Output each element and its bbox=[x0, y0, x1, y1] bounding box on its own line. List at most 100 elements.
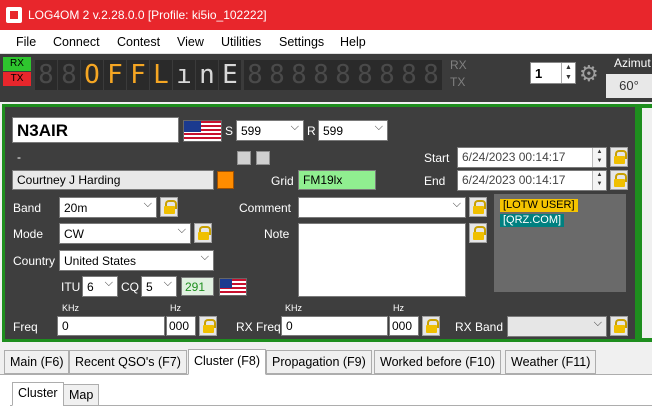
note-textarea[interactable] bbox=[298, 223, 466, 297]
display-digit: 8 bbox=[310, 60, 332, 90]
itu-select[interactable]: 6 bbox=[82, 276, 118, 297]
display-digit: 8 bbox=[58, 60, 80, 90]
start-datetime-value: 6/24/2023 00:14:17 bbox=[462, 150, 566, 164]
title-bar: LOG4OM 2 v.2.28.0.0 [Profile: ki5io_1022… bbox=[0, 0, 652, 30]
spinner-arrows-icon[interactable]: ▲ ▼ bbox=[592, 171, 606, 190]
end-label: End bbox=[424, 174, 446, 188]
end-datetime-value: 6/24/2023 00:14:17 bbox=[462, 173, 566, 187]
lock-icon[interactable] bbox=[469, 197, 487, 217]
khz-label: KHz bbox=[62, 303, 80, 313]
azimuth-label: Azimut bbox=[614, 56, 651, 70]
note-label: Note bbox=[264, 227, 290, 241]
tab-recent-qsos[interactable]: Recent QSO's (F7) bbox=[69, 350, 187, 374]
display-digit: 8 bbox=[376, 60, 398, 90]
display-digit: 8 bbox=[35, 60, 57, 90]
menu-view[interactable]: View bbox=[177, 35, 204, 49]
usa-flag-icon bbox=[183, 120, 222, 142]
rx-freq-hz-input[interactable]: 000 bbox=[389, 316, 419, 336]
panel-side-edge bbox=[638, 104, 652, 342]
lock-icon[interactable] bbox=[160, 197, 178, 217]
lock-icon[interactable] bbox=[422, 316, 440, 336]
toggle-square[interactable] bbox=[237, 151, 251, 165]
subtab-cluster[interactable]: Cluster bbox=[12, 382, 64, 406]
tab-main[interactable]: Main (F6) bbox=[4, 350, 70, 374]
itu-label: ITU bbox=[61, 280, 81, 294]
menu-utilities[interactable]: Utilities bbox=[221, 35, 261, 49]
cq-select[interactable]: 5 bbox=[141, 276, 177, 297]
usa-flag-icon bbox=[219, 278, 247, 296]
display-digit: 8 bbox=[398, 60, 420, 90]
lock-icon[interactable] bbox=[199, 316, 217, 336]
band-label: Band bbox=[13, 201, 42, 215]
menu-file[interactable]: File bbox=[16, 35, 36, 49]
end-datetime-input[interactable]: 6/24/2023 00:14:17 ▲ ▼ bbox=[457, 170, 607, 191]
app-icon bbox=[6, 7, 22, 23]
radio-display-bar: RX TX 8 8 O F F L ı n E 8 8 8 8 8 8 8 8 … bbox=[0, 54, 652, 102]
dxcc-number: 291 bbox=[181, 277, 214, 296]
mode-label: Mode bbox=[13, 227, 44, 241]
rx-label: RX bbox=[450, 58, 467, 72]
lock-icon[interactable] bbox=[610, 170, 628, 190]
rx-hz-label: Hz bbox=[393, 303, 404, 313]
display-digit: O bbox=[81, 60, 103, 90]
band-select[interactable]: 20m bbox=[59, 197, 157, 218]
comment-input[interactable] bbox=[298, 197, 466, 218]
spinner-arrows-icon[interactable]: ▲ ▼ bbox=[592, 148, 606, 167]
freq-hz-input[interactable]: 000 bbox=[166, 316, 196, 336]
grid-input[interactable]: FM19lx bbox=[298, 170, 376, 190]
window-title: LOG4OM 2 v.2.28.0.0 [Profile: ki5io_1022… bbox=[28, 8, 267, 22]
menu-contest[interactable]: Contest bbox=[117, 35, 160, 49]
menu-connect[interactable]: Connect bbox=[53, 35, 100, 49]
rx-band-select[interactable] bbox=[507, 316, 607, 337]
display-digit: 8 bbox=[244, 60, 266, 90]
country-label: Country bbox=[13, 254, 56, 268]
subtab-map[interactable]: Map bbox=[63, 384, 100, 406]
display-digit: F bbox=[127, 60, 149, 90]
rx-indicator: RX bbox=[3, 57, 31, 71]
lock-icon[interactable] bbox=[610, 147, 628, 167]
callsign-input[interactable]: N3AIR bbox=[12, 117, 179, 143]
qth-dash: - bbox=[17, 150, 21, 164]
tab-propagation[interactable]: Propagation (F9) bbox=[266, 350, 372, 374]
rx-freq-khz-input[interactable]: 0 bbox=[281, 316, 388, 336]
cq-label: CQ bbox=[121, 280, 139, 294]
freq-khz-input[interactable]: 0 bbox=[57, 316, 165, 336]
tab-weather[interactable]: Weather (F11) bbox=[505, 350, 597, 374]
rst-sent-select[interactable]: 599 bbox=[236, 120, 304, 141]
tx-indicator: TX bbox=[3, 72, 31, 86]
display-digit: n bbox=[196, 60, 218, 90]
menu-help[interactable]: Help bbox=[340, 35, 366, 49]
name-input[interactable]: Courtney J Harding bbox=[12, 170, 214, 190]
hz-label: Hz bbox=[170, 303, 181, 313]
start-datetime-input[interactable]: 6/24/2023 00:14:17 ▲ ▼ bbox=[457, 147, 607, 168]
qrz-lookup-icon[interactable] bbox=[217, 171, 234, 189]
display-digit: F bbox=[104, 60, 126, 90]
rst-rcvd-select[interactable]: 599 bbox=[318, 120, 388, 141]
spinner-arrows-icon[interactable]: ▲ ▼ bbox=[561, 63, 575, 83]
lock-icon[interactable] bbox=[194, 223, 212, 243]
mode-select[interactable]: CW bbox=[59, 223, 191, 244]
lock-icon[interactable] bbox=[469, 223, 487, 243]
rx-band-label: RX Band bbox=[455, 320, 504, 334]
country-select[interactable]: United States bbox=[59, 250, 214, 271]
tab-worked-before[interactable]: Worked before (F10) bbox=[374, 350, 502, 374]
vfo-spinner-value: 1 bbox=[535, 66, 543, 81]
rst-sent-label: S bbox=[225, 124, 234, 138]
menu-settings[interactable]: Settings bbox=[279, 35, 324, 49]
vfo-spinner[interactable]: 1 ▲ ▼ bbox=[530, 62, 576, 84]
display-digit: ı bbox=[173, 60, 195, 90]
azimuth-value: 60° bbox=[606, 74, 652, 98]
lock-icon[interactable] bbox=[610, 316, 628, 336]
display-digit: 8 bbox=[332, 60, 354, 90]
display-digit: 8 bbox=[420, 60, 442, 90]
cluster-content bbox=[10, 405, 652, 413]
tag-qrz: [QRZ.COM] bbox=[500, 214, 565, 227]
display-digit: L bbox=[150, 60, 172, 90]
tag-lotw-user: [LOTW USER] bbox=[500, 199, 578, 212]
menu-bar: File Connect Contest View Utilities Sett… bbox=[0, 30, 652, 54]
tab-cluster[interactable]: Cluster (F8) bbox=[188, 349, 266, 375]
toggle-square[interactable] bbox=[256, 151, 270, 165]
gear-icon[interactable]: ⚙ bbox=[579, 63, 601, 85]
start-label: Start bbox=[424, 151, 450, 165]
display-digit: 8 bbox=[266, 60, 288, 90]
